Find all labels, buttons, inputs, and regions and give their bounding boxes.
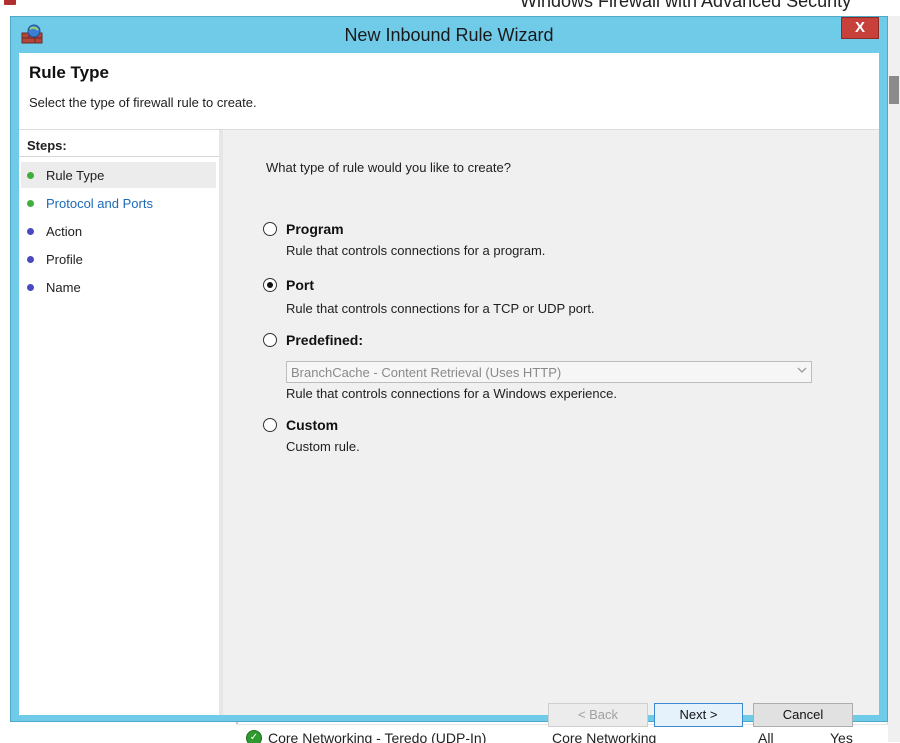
step-rule-type[interactable]: Rule Type <box>21 162 216 188</box>
steps-pane: Steps: Rule Type Protocol and Ports Acti… <box>19 130 223 715</box>
option-label[interactable]: Custom <box>286 417 338 433</box>
page-title: Rule Type <box>29 63 109 82</box>
step-label[interactable]: Protocol and Ports <box>46 196 153 211</box>
page-subtitle: Select the type of firewall rule to crea… <box>29 95 257 110</box>
back-button[interactable]: < Back <box>548 703 648 727</box>
option-label[interactable]: Port <box>286 277 314 293</box>
rule-profile-cell: All <box>758 730 774 743</box>
dialog-client-area: Rule Type Select the type of firewall ru… <box>19 53 879 727</box>
step-name[interactable]: Name <box>21 274 216 300</box>
step-complete-dot-icon <box>27 200 34 207</box>
steps-divider <box>19 156 219 157</box>
step-label: Rule Type <box>46 168 105 183</box>
next-button[interactable]: Next > <box>654 703 743 727</box>
wizard-dialog: New Inbound Rule Wizard X Rule Type Sele… <box>10 16 888 727</box>
cancel-button[interactable]: Cancel <box>753 703 853 727</box>
step-profile[interactable]: Profile <box>21 246 216 272</box>
main-content: What type of rule would you like to crea… <box>223 130 879 727</box>
predefined-rule-select[interactable]: BranchCache - Content Retrieval (Uses HT… <box>286 361 812 383</box>
rule-name-cell: Core Networking - Teredo (UDP-In) <box>268 730 487 743</box>
rule-group-cell: Core Networking <box>552 730 657 743</box>
port-radio[interactable] <box>263 278 277 292</box>
chevron-down-icon[interactable] <box>797 365 807 375</box>
background-window-title: Windows Firewall with Advanced Security <box>520 0 852 11</box>
step-pending-dot-icon <box>27 228 34 235</box>
predefined-select-value: BranchCache - Content Retrieval (Uses HT… <box>291 365 562 380</box>
step-action[interactable]: Action <box>21 218 216 244</box>
rule-enabled-cell: Yes <box>830 730 853 743</box>
close-button[interactable]: X <box>841 17 879 39</box>
option-label[interactable]: Program <box>286 221 344 237</box>
dialog-titlebar[interactable]: New Inbound Rule Wizard X <box>11 17 887 53</box>
firewall-app-icon <box>4 0 16 5</box>
enabled-check-icon: ✓ <box>246 730 262 743</box>
option-description: Rule that controls connections for a TCP… <box>286 301 595 316</box>
predefined-radio[interactable] <box>263 333 277 347</box>
step-pending-dot-icon <box>27 256 34 263</box>
step-pending-dot-icon <box>27 284 34 291</box>
page-header: Rule Type Select the type of firewall ru… <box>19 53 879 130</box>
option-description: Rule that controls connections for a Win… <box>286 386 617 401</box>
background-scrollbar[interactable] <box>887 16 900 742</box>
step-label: Name <box>46 280 81 295</box>
option-label[interactable]: Predefined: <box>286 332 363 348</box>
custom-radio[interactable] <box>263 418 277 432</box>
program-radio[interactable] <box>263 222 277 236</box>
option-description: Rule that controls connections for a pro… <box>286 243 546 258</box>
background-titlebar: Windows Firewall with Advanced Security <box>0 0 900 16</box>
dialog-title: New Inbound Rule Wizard <box>344 25 554 45</box>
step-protocol-and-ports[interactable]: Protocol and Ports <box>21 190 216 216</box>
step-complete-dot-icon <box>27 172 34 179</box>
option-description: Custom rule. <box>286 439 360 454</box>
rule-type-question: What type of rule would you like to crea… <box>266 160 511 175</box>
step-label: Action <box>46 224 83 239</box>
steps-heading: Steps: <box>27 138 67 153</box>
scrollbar-thumb[interactable] <box>889 76 899 104</box>
step-label: Profile <box>46 252 83 267</box>
